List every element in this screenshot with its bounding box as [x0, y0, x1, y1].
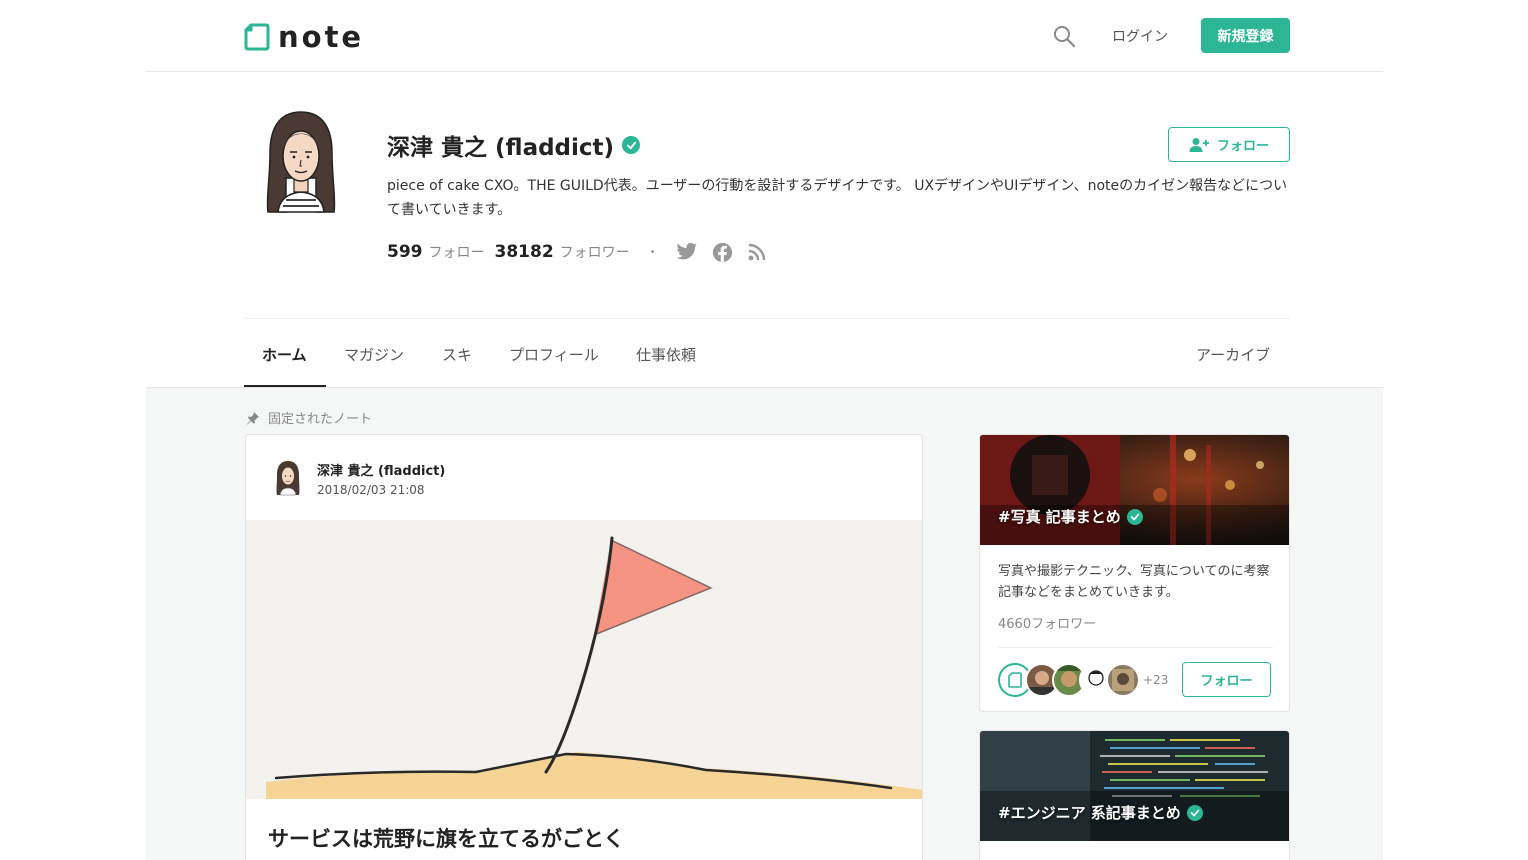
note-eyecatch-image[interactable] [246, 520, 923, 799]
note-logo-icon [244, 23, 270, 51]
pinned-label: 固定されたノート [246, 408, 372, 427]
signup-button[interactable]: 新規登録 [1201, 18, 1290, 53]
profile-stats: 599 フォロー 38182 フォロワー ・ [387, 240, 767, 264]
profile-divider [244, 318, 1290, 319]
pinned-note-card[interactable]: 深津 貴之 (fladdict) 2018/02/03 21:08 サービスは荒… [245, 434, 923, 860]
note-author[interactable]: 深津 貴之 (fladdict) 2018/02/03 21:08 [273, 459, 445, 497]
note-title[interactable]: サービスは荒野に旗を立てるがごとく [268, 823, 624, 853]
magazine-cover-image: #写真 記事まとめ [980, 435, 1289, 545]
following-count[interactable]: 599 [387, 242, 423, 262]
tab-likes[interactable]: スキ [442, 344, 472, 365]
magazine-description: 写真や撮影テクニック、写真についてのに考察記事などをまとめていきます。 [998, 564, 1270, 600]
note-date: 2018/02/03 21:08 [317, 482, 425, 497]
member-more-count: +23 [1143, 673, 1169, 687]
profile-avatar [266, 111, 336, 213]
profile-bio: piece of cake CXO。THE GUILD代表。ユーザーの行動を設計… [387, 178, 1288, 218]
page-frame: note ログイン 新規登録 深津 貴之 (fladdict) フォロー pie… [146, 0, 1383, 860]
tab-home[interactable]: ホーム [262, 344, 307, 365]
profile-tabs: ホーム マガジン スキ プロフィール 仕事依頼 アーカイブ [244, 320, 1290, 388]
following-label[interactable]: フォロー [429, 242, 485, 262]
login-link[interactable]: ログイン [1112, 26, 1168, 46]
magazine-divider [998, 647, 1273, 648]
magazine-title-text: #写真 記事まとめ [998, 508, 1121, 526]
site-header: note ログイン 新規登録 [146, 0, 1383, 72]
magazine-title-text: #エンジニア 系記事まとめ [998, 804, 1181, 822]
magazine-followers: 4660フォロワー [998, 617, 1097, 632]
social-links [676, 242, 767, 263]
magazine-title: #エンジニア 系記事まとめ [998, 802, 1203, 823]
profile-name-text: 深津 貴之 (fladdict) [387, 135, 615, 161]
magazine-title: #写真 記事まとめ [998, 506, 1143, 527]
magazine-members[interactable]: +23 [998, 663, 1168, 697]
verified-icon [622, 136, 641, 154]
magazine-follow-button[interactable]: フォロー [1182, 662, 1271, 697]
followers-count[interactable]: 38182 [495, 242, 554, 262]
magazine-cover-image: #エンジニア 系記事まとめ [980, 731, 1289, 841]
tab-archive[interactable]: アーカイブ [1196, 344, 1270, 365]
tab-profile[interactable]: プロフィール [509, 344, 599, 365]
rss-icon[interactable] [747, 242, 767, 262]
follow-user-label: フォロー [1216, 139, 1269, 154]
tab-work-request[interactable]: 仕事依頼 [636, 344, 696, 365]
magazine-card[interactable]: #写真 記事まとめ 写真や撮影テクニック、写真についてのに考察記事などをまとめて… [979, 434, 1290, 712]
logo-text: note [278, 20, 365, 54]
magazine-card[interactable]: #エンジニア 系記事まとめ [979, 730, 1290, 860]
add-user-icon [1189, 137, 1209, 152]
separator-dot: ・ [645, 245, 660, 261]
follow-user-button[interactable]: フォロー [1168, 127, 1290, 162]
author-avatar [276, 461, 300, 496]
tab-magazine[interactable]: マガジン [344, 344, 404, 365]
note-logo[interactable]: note [244, 20, 364, 54]
note-author-name: 深津 貴之 (fladdict) [317, 463, 446, 479]
profile-name: 深津 貴之 (fladdict) [387, 128, 641, 162]
facebook-icon[interactable] [712, 242, 733, 263]
magazine-cover-photo [980, 731, 1289, 841]
pin-icon [247, 411, 259, 424]
magazine-verified-icon [1126, 508, 1143, 525]
pinned-text: 固定されたノート [268, 412, 373, 427]
tabs-border [146, 387, 1383, 388]
magazine-cover-photo [980, 435, 1289, 545]
magazine-verified-icon [1186, 804, 1203, 821]
twitter-icon[interactable] [676, 242, 698, 262]
followers-label[interactable]: フォロワー [560, 242, 630, 262]
search-icon[interactable] [1052, 24, 1076, 48]
member-avatar [1106, 663, 1140, 697]
